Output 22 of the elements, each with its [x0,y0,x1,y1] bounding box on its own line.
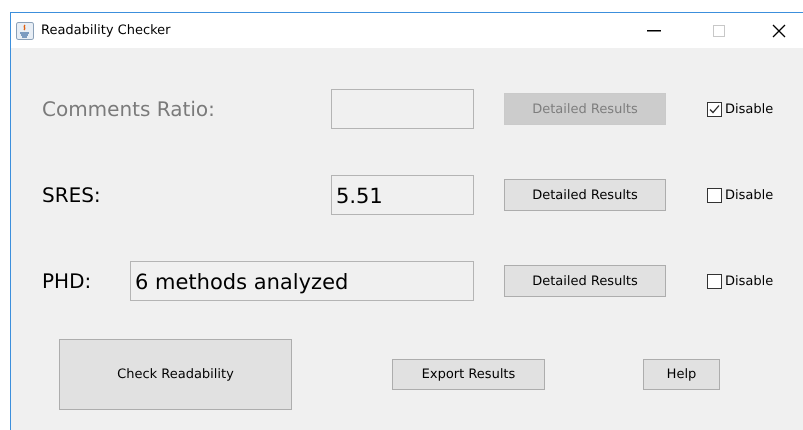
checkbox-label: Disable [725,274,774,288]
disable-checkbox[interactable] [707,274,722,288]
disable-checkbox[interactable] [707,102,722,116]
disable-checkbox[interactable] [707,188,722,202]
minimize-icon [647,30,661,32]
result-field[interactable]: 6 methods analyzed [130,261,474,301]
check-readability-button[interactable]: Check Readability [59,339,292,410]
app-icon [16,22,34,40]
window-title: Readability Checker [41,23,172,38]
checkbox-label: Disable [725,188,774,202]
detailed-results-button[interactable]: Detailed Results [504,179,666,211]
detailed-results-button[interactable]: Detailed Results [504,265,666,297]
maximize-icon [713,24,725,36]
help-button[interactable]: Help [643,359,720,390]
checkbox-label: Disable [725,102,774,116]
close-icon [772,24,786,38]
metric-label: PHD: [42,269,92,293]
metric-label: Comments Ratio: [42,97,216,121]
export-results-button[interactable]: Export Results [392,359,545,390]
result-field[interactable]: 5.51 [331,175,474,215]
metric-label: SRES: [42,183,102,207]
result-field[interactable] [331,89,474,129]
